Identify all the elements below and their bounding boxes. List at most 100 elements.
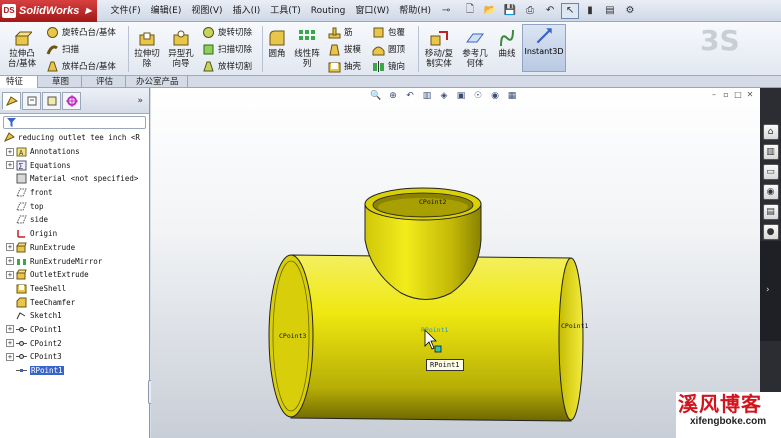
solidworks-resources-icon[interactable]: ⌂ (762, 124, 779, 140)
draft-button[interactable]: 拔模 (328, 41, 361, 57)
design-library-icon[interactable]: ▥ (762, 144, 779, 160)
task-pane-expand-strip[interactable]: › (760, 241, 781, 341)
linear-pattern-button[interactable]: 线性阵 列 (290, 28, 324, 69)
tree-item[interactable]: + CPoint1 (0, 323, 149, 337)
hole-wizard-button[interactable]: 异型孔 向导 (164, 28, 198, 69)
tree-item[interactable]: + RunExtrudeMirror (0, 254, 149, 268)
expand-icon[interactable]: + (6, 325, 14, 334)
expand-icon[interactable]: + (6, 270, 14, 279)
tree-item[interactable]: + Σ Equations (0, 158, 149, 172)
tree-item[interactable]: Sketch1 (0, 309, 149, 323)
menu-insert[interactable]: 插入(I) (228, 0, 266, 22)
cpoint3-label[interactable]: CPoint3 (279, 332, 306, 340)
expand-icon[interactable]: + (6, 161, 14, 170)
tree-item[interactable]: Origin (0, 227, 149, 241)
configuration-manager-tab-icon[interactable] (42, 91, 61, 110)
print-icon[interactable]: ⎙ (521, 3, 539, 19)
file-explorer-icon[interactable]: ▭ (762, 164, 779, 180)
shell-button[interactable]: 抽壳 (328, 58, 361, 74)
sweep-button[interactable]: 扫描 (46, 41, 79, 57)
menu-routing[interactable]: Routing (306, 0, 351, 22)
plane-icon (16, 188, 27, 197)
rebuild-icon[interactable]: ▮ (581, 3, 599, 19)
tree-item[interactable]: + CPoint2 (0, 336, 149, 350)
extrude-icon (16, 242, 27, 253)
menu-tools[interactable]: 工具(T) (265, 0, 306, 22)
sketch-icon (16, 312, 26, 320)
tab-office-products[interactable]: 办公室产品 (130, 76, 188, 88)
cpoint1-label[interactable]: CPoint1 (561, 322, 588, 330)
solidworks-logo[interactable]: DS SolidWorks ▶ (0, 0, 98, 22)
extrude-boss-button[interactable]: 拉伸凸 台/基体 (6, 28, 38, 69)
pin-icon[interactable]: ⊸ (439, 4, 453, 18)
loft-cut-button[interactable]: 放样切割 (202, 58, 252, 74)
tab-evaluate[interactable]: 评估 (90, 76, 126, 88)
instant3d-button[interactable]: Instant3D (522, 24, 566, 72)
tree-item[interactable]: side (0, 213, 149, 227)
tree-root[interactable]: reducing outlet tee inch <R (0, 131, 149, 145)
property-manager-tab-icon[interactable] (22, 91, 41, 110)
curves-button[interactable]: 曲线 (494, 28, 520, 59)
appearances-icon[interactable]: ● (762, 224, 779, 240)
sweep-cut-icon (203, 44, 214, 54)
extrude-boss-icon (14, 31, 32, 46)
view-palette-icon[interactable]: ▤ (762, 204, 779, 220)
graphics-area[interactable]: 🔍 ⊕ ↶ ▥ ◈ ▣ ☉ ◉ ▦ – ▫ □ ✕ CPoint2 CPoint… (151, 88, 760, 438)
select-arrow-icon[interactable]: ↖ (561, 2, 580, 19)
menu-window[interactable]: 窗口(W) (350, 0, 394, 22)
save-icon[interactable]: 💾 (501, 3, 519, 19)
tree-item[interactable]: Material <not specified> (0, 172, 149, 186)
tree-item[interactable]: TeeShell (0, 282, 149, 296)
dimxpert-tab-icon[interactable] (62, 91, 81, 110)
tree-item-label: Equations (30, 160, 71, 170)
expand-icon[interactable]: + (6, 243, 14, 252)
fillet-button[interactable]: 圆角 (266, 28, 288, 59)
revolve-cut-button[interactable]: 旋转切除 (202, 24, 252, 40)
tree-item[interactable]: + OutletExtrude (0, 268, 149, 282)
panel-expand-icon[interactable]: » (137, 96, 143, 106)
cpoint2-label[interactable]: CPoint2 (419, 198, 446, 206)
tree-item-label: RPoint1 (30, 366, 64, 376)
rpoint1-label[interactable]: RPoint1 (421, 326, 448, 334)
mirror-button[interactable]: 镜向 (372, 58, 405, 74)
expand-icon[interactable]: + (6, 339, 14, 348)
expand-icon[interactable]: + (6, 257, 14, 266)
feature-tree-tab-icon[interactable] (2, 91, 21, 110)
search-icon[interactable]: ◉ (762, 184, 779, 200)
tee-model[interactable] (151, 88, 760, 438)
tree-item[interactable]: + CPoint3 (0, 350, 149, 364)
expand-icon[interactable]: + (6, 147, 14, 156)
file-properties-icon[interactable]: ▤ (601, 3, 619, 19)
rib-button[interactable]: 筋 (328, 24, 353, 40)
open-folder-icon[interactable]: 📂 (481, 3, 499, 19)
reference-geometry-button[interactable]: 参考几 何体 (458, 28, 492, 69)
menu-file[interactable]: 文件(F) (105, 0, 145, 22)
undo-icon[interactable]: ↶ (541, 3, 559, 19)
dome-button[interactable]: 圆顶 (372, 41, 405, 57)
app-menu-arrow-icon[interactable]: ▶ (85, 6, 91, 15)
menu-view[interactable]: 视图(V) (186, 0, 227, 22)
sweep-cut-button[interactable]: 扫描切除 (202, 41, 252, 57)
tree-item[interactable]: + RunExtrude (0, 241, 149, 255)
material-icon (16, 173, 27, 184)
extrude-cut-button[interactable]: 拉伸切 除 (132, 28, 162, 69)
menu-help[interactable]: 帮助(H) (394, 0, 436, 22)
tree-item[interactable]: RPoint1 (0, 364, 149, 378)
tree-item[interactable]: TeeChamfer (0, 295, 149, 309)
tree-item[interactable]: front (0, 186, 149, 200)
revolve-boss-button[interactable]: 旋转凸台/基体 (46, 24, 116, 40)
tab-features[interactable]: 特征 (0, 76, 38, 88)
options-icon[interactable]: ⚙ (621, 3, 639, 19)
tree-item[interactable]: top (0, 199, 149, 213)
menu-edit[interactable]: 编辑(E) (146, 0, 187, 22)
wrap-button[interactable]: 包覆 (372, 24, 405, 40)
tree-item-label: TeeChamfer (30, 297, 76, 307)
loft-button[interactable]: 放样凸台/基体 (46, 58, 116, 74)
expand-icon[interactable]: + (6, 352, 14, 361)
feature-filter-input[interactable] (3, 116, 146, 129)
tab-sketch[interactable]: 草图 (46, 76, 82, 88)
move-copy-button[interactable]: 移动/复 制实体 (422, 28, 456, 69)
tree-item[interactable]: + A Annotations (0, 145, 149, 159)
chamfer-icon (16, 297, 27, 308)
new-document-icon[interactable]: 🗋 (461, 3, 479, 19)
